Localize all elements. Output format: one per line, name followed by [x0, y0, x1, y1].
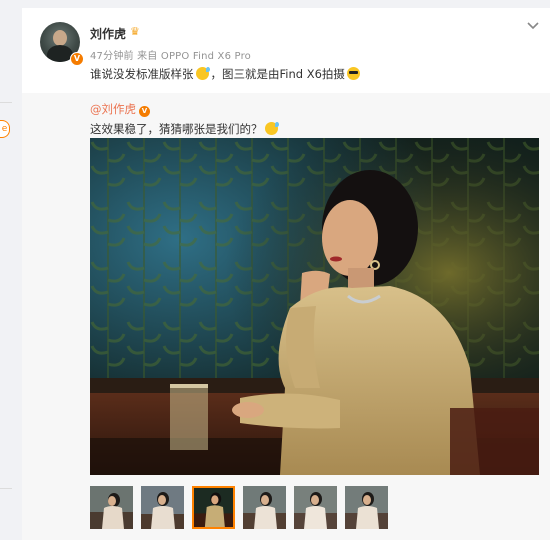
sweat-smile-emoji-icon: [195, 67, 210, 80]
thumbnail-image: [345, 486, 388, 529]
post-text: 谁说没发标准版样张 ，图三就是由Find X6拍摄: [90, 66, 362, 82]
weibo-post-card: V 刘作虎 ♛ 47分钟前 来自 OPPO Find X6 Pro 谁说没发标准…: [22, 8, 550, 540]
repost-author[interactable]: @刘作虎 V: [90, 101, 150, 117]
repost-text: 这效果稳了，猜猜哪张是我们的？: [90, 121, 280, 137]
verified-badge-icon: V: [70, 52, 84, 66]
main-photo[interactable]: [90, 138, 539, 475]
repost-block: @刘作虎 V 这效果稳了，猜猜哪张是我们的？: [22, 93, 550, 540]
collapse-tab[interactable]: e: [0, 120, 10, 138]
thumbnail-image: [90, 486, 133, 529]
thumbnail-5[interactable]: [294, 486, 337, 529]
chevron-down-icon[interactable]: [526, 18, 540, 32]
verified-badge-icon: V: [139, 106, 150, 117]
post-text-part-1: 谁说没发标准版样张: [90, 67, 194, 81]
thumbnail-3-active[interactable]: [192, 486, 235, 529]
repost-author-name[interactable]: @刘作虎: [90, 102, 136, 116]
repost-text-content: 这效果稳了，猜猜哪张是我们的？: [90, 122, 263, 136]
thumbnail-2[interactable]: [141, 486, 184, 529]
divider: [0, 488, 12, 489]
thumbnail-image: [243, 486, 286, 529]
divider: [0, 102, 12, 103]
left-sidebar-edge: e: [0, 0, 12, 540]
thumbnail-6[interactable]: [345, 486, 388, 529]
sweat-smile-emoji-icon: [264, 122, 279, 135]
thumbnail-image: [141, 486, 184, 529]
thumbnail-1[interactable]: [90, 486, 133, 529]
avatar-face: [53, 30, 67, 46]
crown-icon: ♛: [130, 25, 140, 38]
sunglasses-emoji-icon: [346, 67, 360, 80]
thumbnail-image: [194, 488, 233, 527]
post-text-part-2: ，图三就是由Find X6拍摄: [210, 67, 345, 81]
thumbnail-4[interactable]: [243, 486, 286, 529]
author-name[interactable]: 刘作虎: [90, 25, 126, 42]
portrait-photo-image: [90, 138, 539, 475]
post-meta: 47分钟前 来自 OPPO Find X6 Pro: [90, 51, 251, 62]
thumbnail-image: [294, 486, 337, 529]
